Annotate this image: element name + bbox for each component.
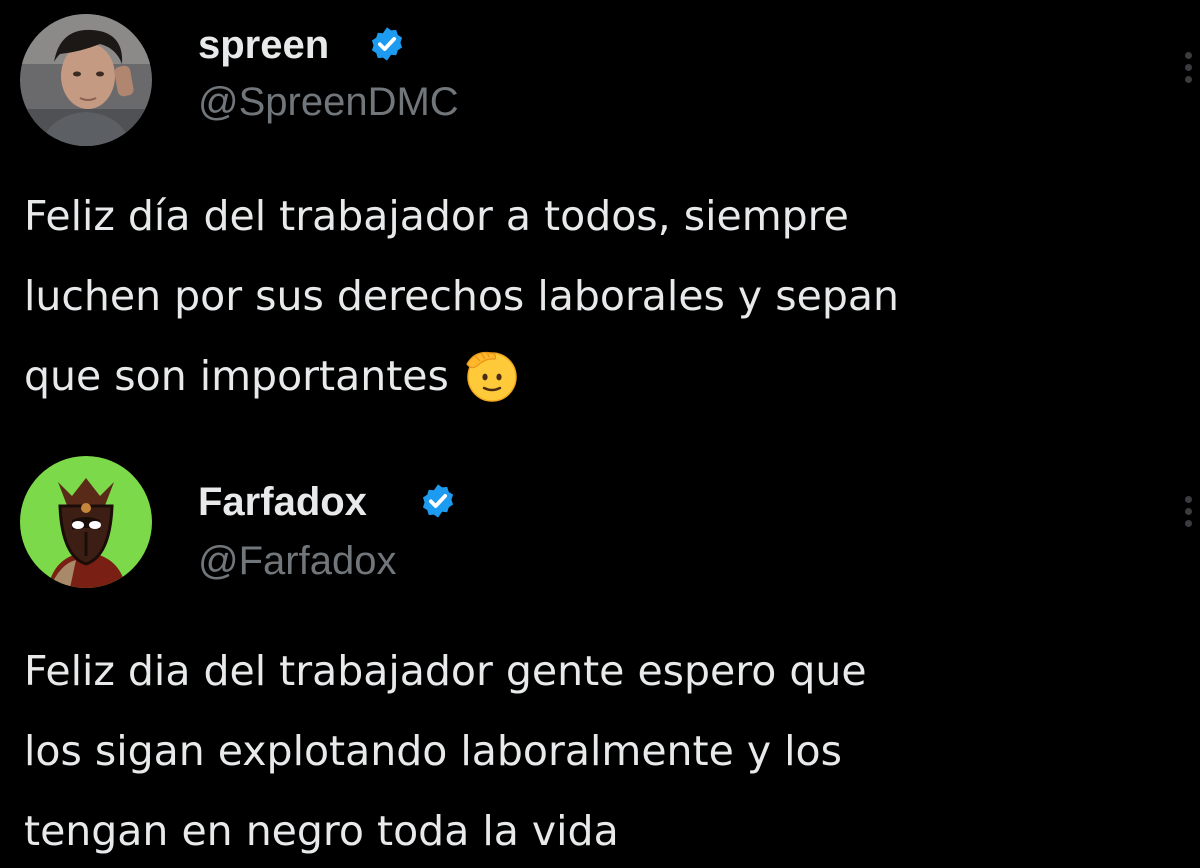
tweet-text-line: Feliz dia del trabajador gente espero qu… [24,647,867,695]
user-handle[interactable]: @SpreenDMC [198,82,459,122]
avatar[interactable] [20,14,152,146]
tweet-text: Feliz día del trabajador a todos, siempr… [24,176,1194,416]
profile-photo-icon [20,14,152,146]
tweet-text-line: Feliz día del trabajador a todos, siempr… [24,192,849,240]
more-options-icon[interactable] [1182,496,1194,536]
tweet-text-line: que son importantes [24,336,1194,416]
saluting-face-emoji-icon [466,351,517,402]
verified-badge-icon [422,484,454,518]
tweet-text-line: los sigan explotando laboralmente y los [24,727,842,775]
profile-avatar-knight-icon [20,456,152,588]
display-name[interactable]: spreen [198,25,329,65]
tweet-text-segment: que son importantes [24,352,449,400]
avatar[interactable] [20,456,152,588]
verified-badge-icon [371,27,403,61]
tweet-text: Feliz dia del trabajador gente espero qu… [24,631,1194,868]
tweet-spreen[interactable]: spreen @SpreenDMC Feliz día del trabajad… [0,0,1200,440]
tweet-farfadox[interactable]: Farfadox @Farfadox Feliz dia del trabaja… [0,440,1200,868]
user-handle[interactable]: @Farfadox [198,541,396,581]
tweet-text-line: luchen por sus derechos laborales y sepa… [24,272,899,320]
more-options-icon[interactable] [1182,52,1194,92]
tweet-text-line: tengan en negro toda la vida [24,807,619,855]
display-name[interactable]: Farfadox [198,482,367,522]
